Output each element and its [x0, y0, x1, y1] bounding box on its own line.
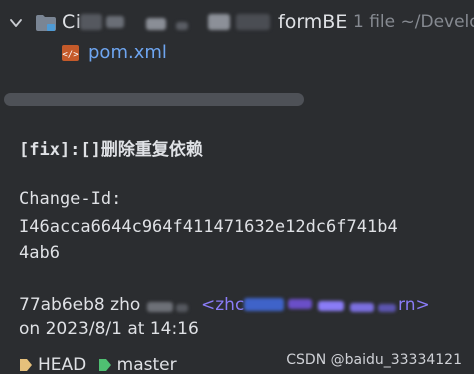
commit-refs: HEAD master [19, 355, 177, 374]
module-folder-icon [36, 15, 56, 31]
commit-message-title: [fix]:[]删除重复依赖 [19, 140, 203, 160]
change-id-label: Change-Id: [19, 189, 122, 209]
ref-head-label: HEAD [38, 355, 87, 374]
commit-hash[interactable]: 77ab6eb8 [19, 295, 105, 315]
scrollbar-thumb[interactable] [4, 93, 304, 106]
horizontal-scrollbar[interactable] [0, 92, 474, 108]
module-name: Ci [62, 11, 82, 33]
ref-master-label: master [116, 355, 177, 374]
redacted-text [208, 14, 230, 30]
svg-text:</>: </> [62, 50, 79, 60]
commit-author-line: 77ab6eb8 zho [19, 295, 140, 315]
file-name-pom[interactable]: pom.xml [88, 42, 167, 63]
redacted-text [288, 299, 312, 309]
module-name-suffix: formBE [278, 11, 348, 33]
module-file-count: 1 file ~/Develo [353, 12, 474, 32]
change-id-value-cont: 4ab6 [19, 243, 60, 263]
git-commit-view: Ci formBE 1 file ~/Develo </> pom.xml [f… [0, 0, 474, 374]
redacted-text [176, 22, 188, 30]
chevron-down-icon[interactable] [8, 15, 24, 31]
csdn-watermark: CSDN @baidu_33334121 [286, 352, 462, 368]
commit-author: zho [110, 295, 141, 315]
redacted-text [106, 16, 124, 28]
redacted-text [146, 18, 166, 30]
ref-head[interactable]: HEAD [19, 355, 92, 374]
commit-details-panel: [fix]:[]删除重复依赖 Change-Id: I46acca6644c96… [0, 115, 474, 374]
redacted-text [176, 304, 188, 312]
redacted-text [236, 14, 270, 30]
redacted-text [80, 14, 102, 30]
commit-date: on 2023/8/1 at 14:16 [19, 319, 199, 339]
commit-email-end[interactable]: rn> [398, 295, 430, 315]
tag-icon [20, 359, 32, 371]
maven-file-icon: </> [62, 45, 79, 61]
branch-tag-icon [98, 359, 111, 371]
redacted-text [147, 302, 173, 312]
redacted-text [350, 303, 374, 312]
commit-email-start[interactable]: <zhc [201, 295, 244, 315]
change-id-value: I46acca6644c964f411471632e12dc6f741b4 [19, 217, 398, 237]
redacted-text [318, 301, 344, 311]
redacted-text [378, 304, 396, 312]
ref-master[interactable]: master [98, 355, 177, 374]
changed-module-row[interactable]: Ci formBE 1 file ~/Develo [0, 8, 474, 38]
changed-file-row[interactable]: </> pom.xml [0, 38, 474, 68]
redacted-text [244, 298, 284, 311]
